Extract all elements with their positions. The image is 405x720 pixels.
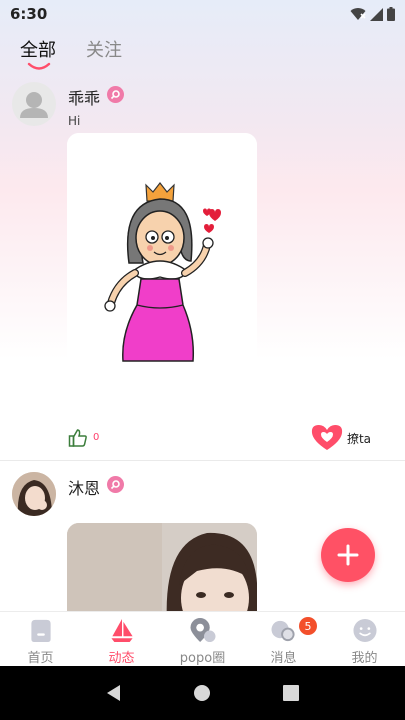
post-image[interactable] bbox=[67, 523, 257, 623]
nav-profile[interactable]: 我的 bbox=[324, 612, 405, 666]
selfie-photo bbox=[67, 523, 257, 623]
create-post-button[interactable] bbox=[321, 528, 375, 582]
user-badge bbox=[107, 476, 124, 493]
search-icon bbox=[110, 480, 120, 490]
nav-label: 我的 bbox=[351, 651, 378, 666]
nav-label: 首页 bbox=[27, 651, 54, 666]
sailboat-icon bbox=[110, 618, 133, 643]
home-circle-icon[interactable] bbox=[193, 684, 211, 702]
chat-bubbles-icon bbox=[271, 620, 295, 642]
feed-post: 沐恩 bbox=[0, 0, 405, 623]
smiley-face-icon bbox=[352, 618, 377, 643]
plus-icon bbox=[337, 544, 359, 566]
recents-icon[interactable] bbox=[282, 684, 300, 702]
bottom-nav: 首页 动态 popo圈 5 消息 我的 bbox=[0, 611, 405, 666]
app-screen: 6:30 全部 关注 乖乖 Hi 0 撩ta 沐恩 首页 动态 popo圈 5 … bbox=[0, 0, 405, 720]
nav-home[interactable]: 首页 bbox=[0, 612, 81, 666]
nav-label: 动态 bbox=[108, 651, 135, 666]
system-nav-bar bbox=[0, 666, 405, 720]
nav-messages[interactable]: 5 消息 bbox=[243, 612, 324, 666]
nav-label: popo圈 bbox=[179, 651, 226, 666]
nav-label: 消息 bbox=[270, 651, 297, 666]
home-icon bbox=[30, 619, 51, 643]
message-badge: 5 bbox=[299, 617, 317, 635]
post-username[interactable]: 沐恩 bbox=[68, 475, 100, 499]
user-photo-avatar bbox=[12, 472, 56, 516]
back-icon[interactable] bbox=[105, 684, 123, 702]
nav-popo-circle[interactable]: popo圈 bbox=[162, 612, 243, 666]
nav-feed[interactable]: 动态 bbox=[81, 612, 162, 666]
location-pin-icon bbox=[190, 618, 215, 643]
avatar[interactable] bbox=[12, 472, 56, 516]
